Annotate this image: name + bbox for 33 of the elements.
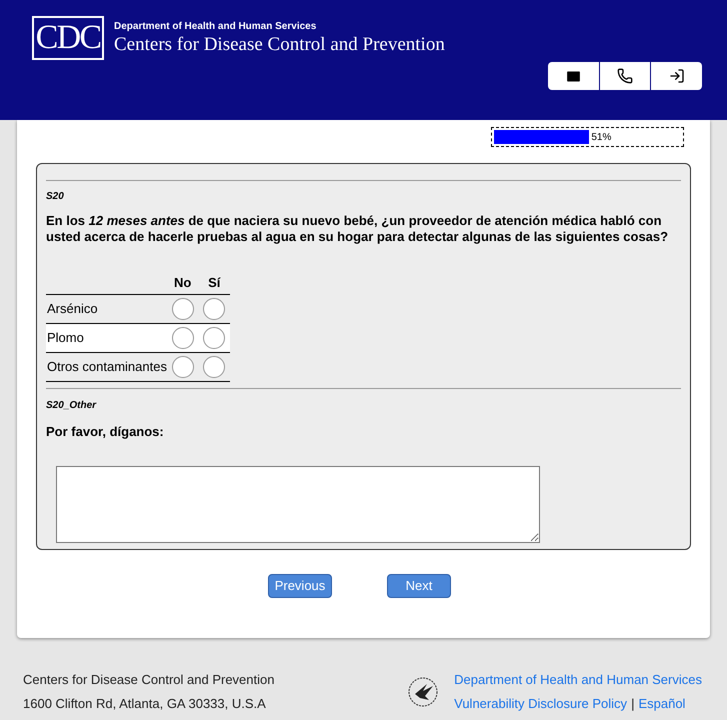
radio-button[interactable] <box>172 298 194 320</box>
row-label: Otros contaminantes <box>47 358 167 374</box>
sign-in-icon <box>668 68 684 84</box>
footer-text: Centers for Disease Control and Prevention <box>23 671 274 689</box>
previous-button[interactable]: Previous <box>268 574 332 598</box>
progress-reading: 51% <box>591 130 612 144</box>
link-separator: | <box>631 694 634 713</box>
radio-button[interactable] <box>172 326 194 348</box>
department-name: Department of Health and Human Services <box>114 20 318 34</box>
question-code: S20_Other <box>46 398 98 412</box>
radio-button[interactable] <box>172 356 194 378</box>
phone-button[interactable] <box>600 62 650 90</box>
email-button[interactable] <box>548 62 599 90</box>
question-text: En los 12 meses antes de que naciera su nuevo bebé, ¿un proveedor de atención médica habló con usted acerca de hacerle pruebas al agua en su hogar para detectar algunas de las siguientes cosas? <box>46 213 670 245</box>
footer-link[interactable]: Department of Health and Human Services <box>454 670 702 690</box>
row-label: Arsénico <box>47 300 98 316</box>
cdc-logo: CDC <box>32 16 104 60</box>
footer-link[interactable]: Vulnerability Disclosure Policy <box>454 694 628 713</box>
column-header: Sí <box>208 275 220 290</box>
footer-text: 1600 Clifton Rd, Atlanta, GA 30333, U.S.A <box>23 694 267 712</box>
column-header: No <box>174 275 192 290</box>
question-text: Por favor, díganos: <box>46 422 165 441</box>
sign-in-button[interactable] <box>651 62 702 90</box>
radio-button[interactable] <box>203 298 226 320</box>
radio-button[interactable] <box>203 356 226 378</box>
agency-name: Centers for Disease Control and Prevention <box>114 34 445 56</box>
phone-icon <box>617 68 633 84</box>
question-code: S20 <box>46 190 65 204</box>
next-button[interactable]: Next <box>387 574 451 598</box>
radio-button[interactable] <box>203 326 226 348</box>
row-label: Plomo <box>47 330 84 345</box>
footer-link[interactable]: Español <box>638 694 686 713</box>
answer-box[interactable] <box>56 466 540 543</box>
